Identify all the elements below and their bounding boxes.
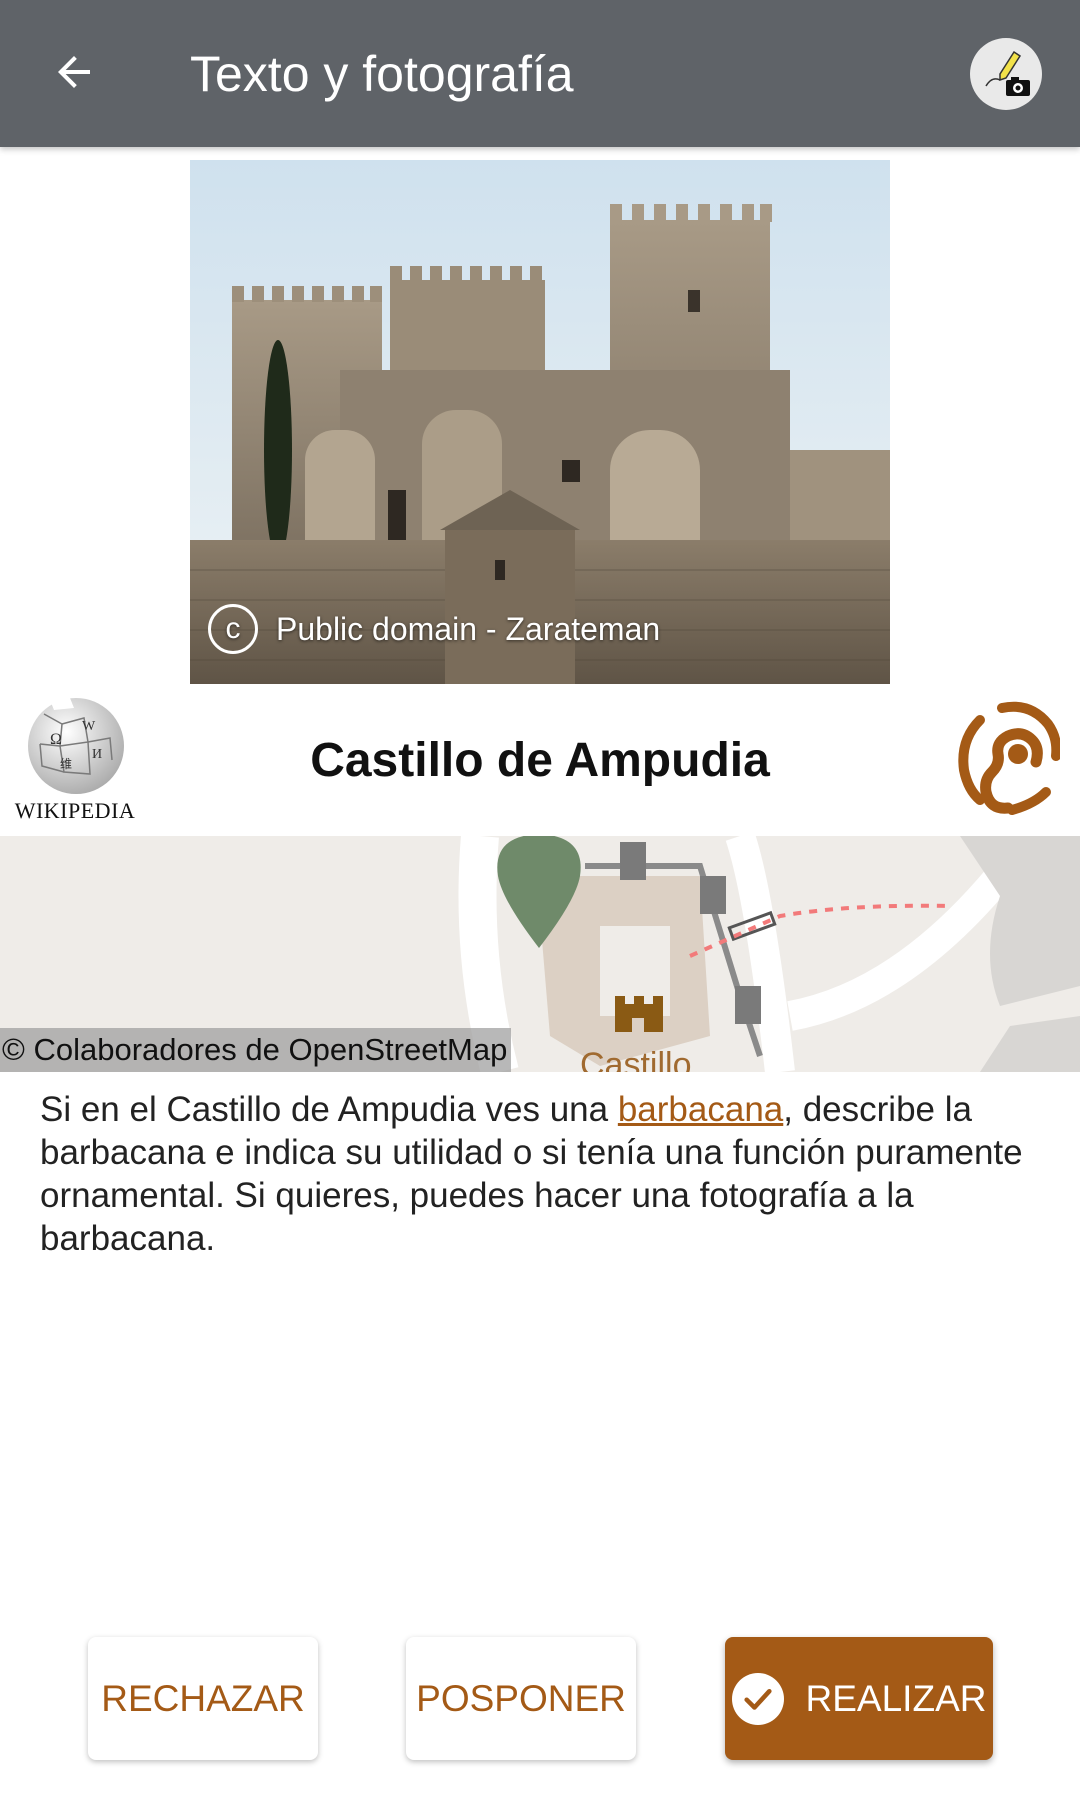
reject-button-label: RECHAZAR (101, 1677, 305, 1719)
map-label-castillo: Castillo (580, 1046, 691, 1072)
barbacana-link[interactable]: barbacana (618, 1090, 783, 1129)
app-bar: Texto y fotografía (0, 0, 1080, 147)
svg-text:Ω: Ω (50, 731, 62, 748)
svg-text:维: 维 (60, 757, 72, 771)
svg-text:W: W (82, 719, 96, 734)
wikipedia-button[interactable]: Ω W И 维 WIKIPEDIA (10, 694, 140, 828)
ear-icon (958, 701, 1062, 815)
wikipedia-globe-icon: Ω W И 维 (28, 698, 124, 794)
poi-photo[interactable]: c Public domain - Zarateman (190, 160, 890, 684)
reject-button[interactable]: RECHAZAR (88, 1637, 318, 1760)
back-button[interactable] (42, 40, 106, 104)
pencil-camera-icon (985, 50, 1030, 96)
postpone-button-label: POSPONER (416, 1677, 626, 1719)
map-attribution: © Colaboradores de OpenStreetMap (0, 1028, 512, 1072)
complete-button-label: REALIZAR (805, 1677, 987, 1719)
postpone-button[interactable]: POSPONER (406, 1637, 636, 1760)
complete-button[interactable]: REALIZAR (725, 1637, 993, 1760)
audio-description-button[interactable] (950, 700, 1062, 818)
photo-credit: c Public domain - Zarateman (208, 604, 660, 654)
poi-title: Castillo de Ampudia (310, 734, 770, 787)
wikipedia-wordmark: WIKIPEDIA (14, 798, 136, 823)
svg-text:И: И (92, 747, 102, 762)
photo-credit-text: Public domain - Zarateman (276, 610, 661, 647)
page-title: Texto y fotografía (190, 46, 574, 102)
task-text-before: Si en el Castillo de Ampudia ves una (40, 1090, 618, 1129)
copyright-icon: c (208, 604, 258, 654)
task-description: Si en el Castillo de Ampudia ves una bar… (40, 1088, 1040, 1260)
task-type-avatar (970, 38, 1042, 110)
map-marker-icon (497, 836, 581, 948)
check-icon (731, 1672, 784, 1725)
poi-map[interactable]: Castillo © Colaboradores de OpenStreetMa… (0, 836, 1080, 1072)
arrow-left-icon (58, 56, 90, 88)
